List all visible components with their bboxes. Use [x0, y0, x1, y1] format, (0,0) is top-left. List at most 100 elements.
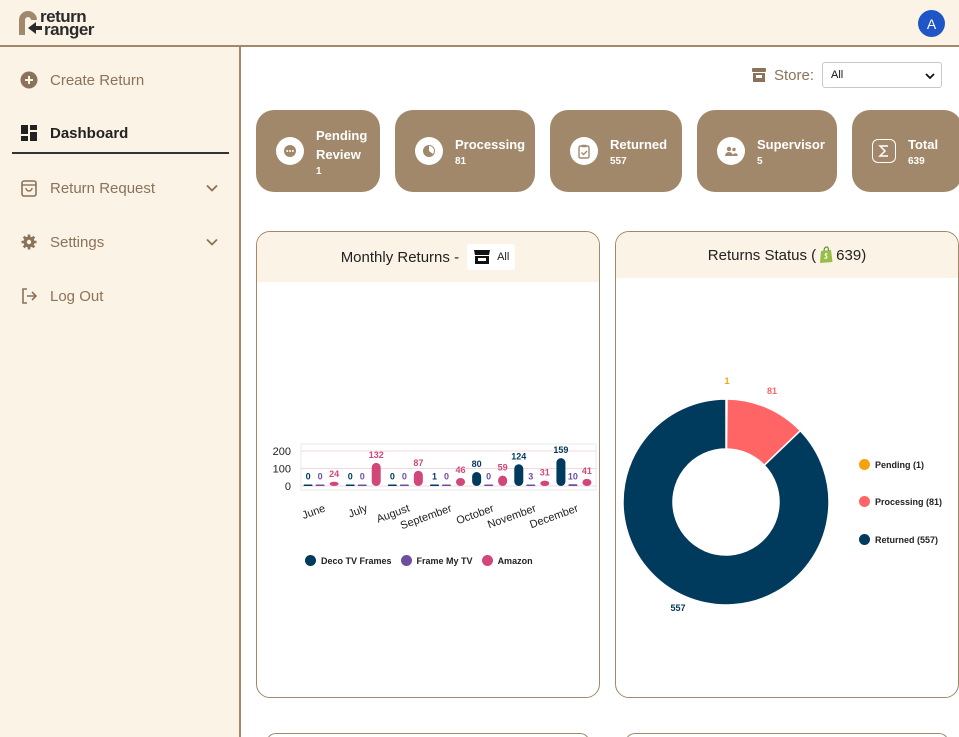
- dashboard-grid-icon: [20, 124, 38, 142]
- legend-label: Processing (81): [875, 496, 943, 507]
- legend-swatch: [859, 459, 870, 470]
- sidebar-item-create-return[interactable]: Create Return: [12, 60, 229, 100]
- data-label: 80: [472, 459, 482, 469]
- stat-card-value: 5: [757, 156, 763, 167]
- monthly-returns-header: Monthly Returns - All: [257, 232, 599, 282]
- donut-legend-item-processing[interactable]: Processing (81): [859, 496, 942, 507]
- slice-label: 1: [724, 376, 729, 386]
- shopify-bag-icon: [820, 246, 833, 263]
- logo-word-ranger: ranger: [44, 20, 94, 39]
- bar: [472, 472, 482, 486]
- stat-card-value: 639: [908, 156, 925, 167]
- bar: [526, 484, 536, 486]
- returns-status-header: Returns Status ( 639 ): [616, 232, 958, 278]
- users-icon: [717, 137, 745, 165]
- sidebar-item-dashboard[interactable]: Dashboard: [12, 114, 229, 154]
- store-select[interactable]: All: [822, 62, 943, 88]
- ellipsis-icon: [276, 137, 304, 165]
- stat-card-title: Review: [316, 146, 361, 162]
- stat-card-title: Processing: [455, 137, 526, 152]
- donut-legend-item-returned[interactable]: Returned (557): [859, 534, 938, 545]
- data-label: 46: [455, 465, 465, 475]
- user-avatar[interactable]: A: [918, 10, 945, 37]
- returns-status-total: 639: [836, 246, 862, 264]
- stat-card-title: Returned: [610, 137, 668, 152]
- stat-card-processing[interactable]: Processing 81: [395, 110, 535, 192]
- shopping-bag-icon: [20, 179, 38, 197]
- stat-card-pending-review[interactable]: Pending Review 1: [256, 110, 380, 192]
- donut-legend-item-pending[interactable]: Pending (1): [859, 459, 924, 470]
- store-icon: [752, 68, 766, 82]
- stat-card-total[interactable]: Total 639: [852, 110, 959, 192]
- legend-item[interactable]: Amazon: [481, 555, 533, 566]
- monthly-store-pill-label: All: [497, 251, 510, 263]
- chevron-down-icon[interactable]: [205, 235, 219, 249]
- stat-card-title: Pending: [316, 127, 368, 143]
- return-ranger-logo[interactable]: return ranger: [14, 6, 94, 40]
- bar: [456, 477, 465, 486]
- bar: [345, 484, 355, 486]
- data-label: 0: [318, 472, 323, 482]
- bar: [540, 480, 550, 486]
- returns-status-donut-chart: 1 81 557: [622, 376, 830, 613]
- data-label: 0: [486, 472, 491, 482]
- data-label: 0: [360, 472, 365, 482]
- data-label: 0: [390, 472, 395, 482]
- stat-card-value: 81: [455, 156, 467, 167]
- top-bar: return ranger A: [0, 0, 959, 47]
- sidebar-item-label: Settings: [50, 233, 105, 251]
- data-label: 3: [528, 472, 533, 482]
- legend-swatch: [400, 555, 412, 566]
- bottom-panel-right: [625, 733, 949, 737]
- logout-icon: [20, 287, 38, 305]
- store-filter: Store: All: [751, 62, 943, 88]
- slice-label: 557: [670, 603, 685, 613]
- bar: [484, 484, 494, 486]
- monthly-returns-title: Monthly Returns -: [340, 248, 460, 266]
- sidebar-item-label: Log Out: [50, 287, 104, 305]
- y-tick-label: 100: [273, 464, 291, 476]
- chevron-down-icon[interactable]: [205, 181, 219, 195]
- data-label: 124: [511, 451, 526, 461]
- data-label: 1: [432, 472, 437, 482]
- monthly-store-pill[interactable]: All: [467, 244, 516, 270]
- bar: [413, 470, 423, 486]
- store-label: Store:: [774, 66, 815, 84]
- data-label: 87: [413, 458, 423, 468]
- sigma-icon: [872, 139, 896, 163]
- stat-card-value: 1: [316, 165, 322, 177]
- returns-status-panel: Returns Status ( 639 ) 1 81 557 Pending (1…: [615, 231, 959, 698]
- stat-card-value: 557: [610, 156, 627, 167]
- legend-item[interactable]: Frame My TV: [400, 555, 473, 566]
- store-icon: [474, 250, 491, 264]
- x-tick-label: June: [301, 503, 328, 522]
- sidebar-item-logout[interactable]: Log Out: [12, 276, 229, 316]
- returns-status-title-close: ): [861, 246, 867, 264]
- data-label: 41: [582, 466, 592, 476]
- legend-item[interactable]: Deco TV Frames: [305, 555, 392, 566]
- x-tick-label: December: [528, 502, 580, 531]
- bar: [315, 484, 325, 486]
- legend-swatch: [859, 534, 870, 545]
- y-tick-label: 200: [273, 446, 291, 458]
- data-label: 0: [444, 472, 449, 482]
- bar-chart-legend: Deco TV Frames Frame My TV Amazon: [305, 555, 533, 566]
- gear-icon: [20, 233, 38, 251]
- bar: [568, 484, 578, 486]
- legend-label: Deco TV Frames: [321, 555, 392, 566]
- stat-card-returned[interactable]: Returned 557: [550, 110, 682, 192]
- bar: [430, 484, 439, 486]
- store-select-value: All: [831, 69, 844, 81]
- sidebar-item-settings[interactable]: Settings: [12, 222, 229, 262]
- data-label: 0: [348, 472, 353, 482]
- data-label: 10: [568, 471, 578, 481]
- plus-circle-icon: [20, 71, 38, 89]
- sidebar-item-label: Return Request: [50, 179, 156, 197]
- legend-label: Returned (557): [875, 534, 939, 545]
- bar: [399, 484, 409, 486]
- sidebar-item-return-request[interactable]: Return Request: [12, 168, 229, 208]
- returns-status-title: Returns Status (: [707, 246, 817, 264]
- slice-label: 81: [767, 386, 777, 396]
- data-label: 0: [306, 472, 311, 482]
- stat-card-supervisor[interactable]: Supervisor 5: [697, 110, 837, 192]
